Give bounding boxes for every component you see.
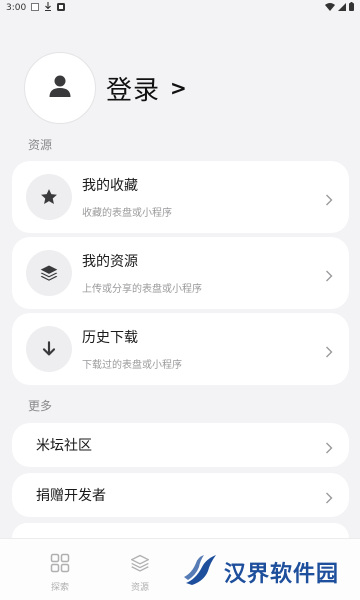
item-title: 米坛社区 bbox=[36, 438, 92, 454]
chevron-right-icon bbox=[325, 191, 333, 206]
item-title: 捐赠开发者 bbox=[36, 488, 106, 504]
layers-icon bbox=[26, 250, 72, 296]
signal-icon bbox=[338, 2, 346, 14]
nav-resources[interactable]: 资源 bbox=[120, 553, 160, 593]
layers-icon bbox=[130, 553, 150, 577]
status-time: 3:00 bbox=[6, 3, 27, 13]
star-icon bbox=[26, 174, 72, 220]
chevron-right-icon bbox=[325, 343, 333, 358]
card-title: 历史下载 bbox=[82, 330, 138, 346]
watermark: 汉界软件园 bbox=[182, 553, 339, 591]
nav-explore[interactable]: 探索 bbox=[40, 553, 80, 593]
chevron-right-icon bbox=[325, 267, 333, 282]
login-profile-entry[interactable]: 登录 > bbox=[24, 52, 188, 124]
my-resources-card[interactable]: 我的资源 上传或分享的表盘或小程序 bbox=[12, 237, 349, 309]
login-label: 登录 bbox=[106, 75, 161, 106]
login-button[interactable]: 登录 > bbox=[106, 70, 188, 107]
login-arrow: > bbox=[170, 76, 188, 100]
card-subtitle: 收藏的表盘或小程序 bbox=[82, 208, 172, 219]
app-notification-icon bbox=[57, 2, 66, 14]
favorites-card[interactable]: 我的收藏 收藏的表盘或小程序 bbox=[12, 161, 349, 233]
card-subtitle: 下载过的表盘或小程序 bbox=[82, 360, 182, 371]
chevron-right-icon bbox=[325, 439, 333, 454]
section-label-resources: 资源 bbox=[28, 138, 53, 152]
status-bar: 3:00 bbox=[0, 0, 360, 16]
user-icon bbox=[48, 74, 72, 102]
download-arrow-icon bbox=[26, 326, 72, 372]
card-title: 我的资源 bbox=[82, 254, 138, 270]
download-icon bbox=[44, 2, 52, 14]
avatar[interactable] bbox=[24, 52, 96, 124]
chevron-right-icon bbox=[325, 489, 333, 504]
donate-item[interactable]: 捐赠开发者 bbox=[12, 473, 349, 517]
nav-label: 资源 bbox=[130, 583, 149, 593]
explore-grid-icon bbox=[50, 553, 70, 577]
community-item[interactable]: 米坛社区 bbox=[12, 423, 349, 467]
card-title: 我的收藏 bbox=[82, 178, 138, 194]
wifi-icon bbox=[325, 2, 335, 14]
section-label-more: 更多 bbox=[28, 399, 53, 413]
battery-icon bbox=[349, 2, 354, 14]
download-history-card[interactable]: 历史下载 下载过的表盘或小程序 bbox=[12, 313, 349, 385]
card-subtitle: 上传或分享的表盘或小程序 bbox=[82, 284, 202, 295]
nav-label: 探索 bbox=[50, 583, 69, 593]
watermark-text: 汉界软件园 bbox=[224, 562, 340, 587]
watermark-logo-icon bbox=[182, 553, 220, 591]
notification-square-icon bbox=[31, 2, 40, 14]
